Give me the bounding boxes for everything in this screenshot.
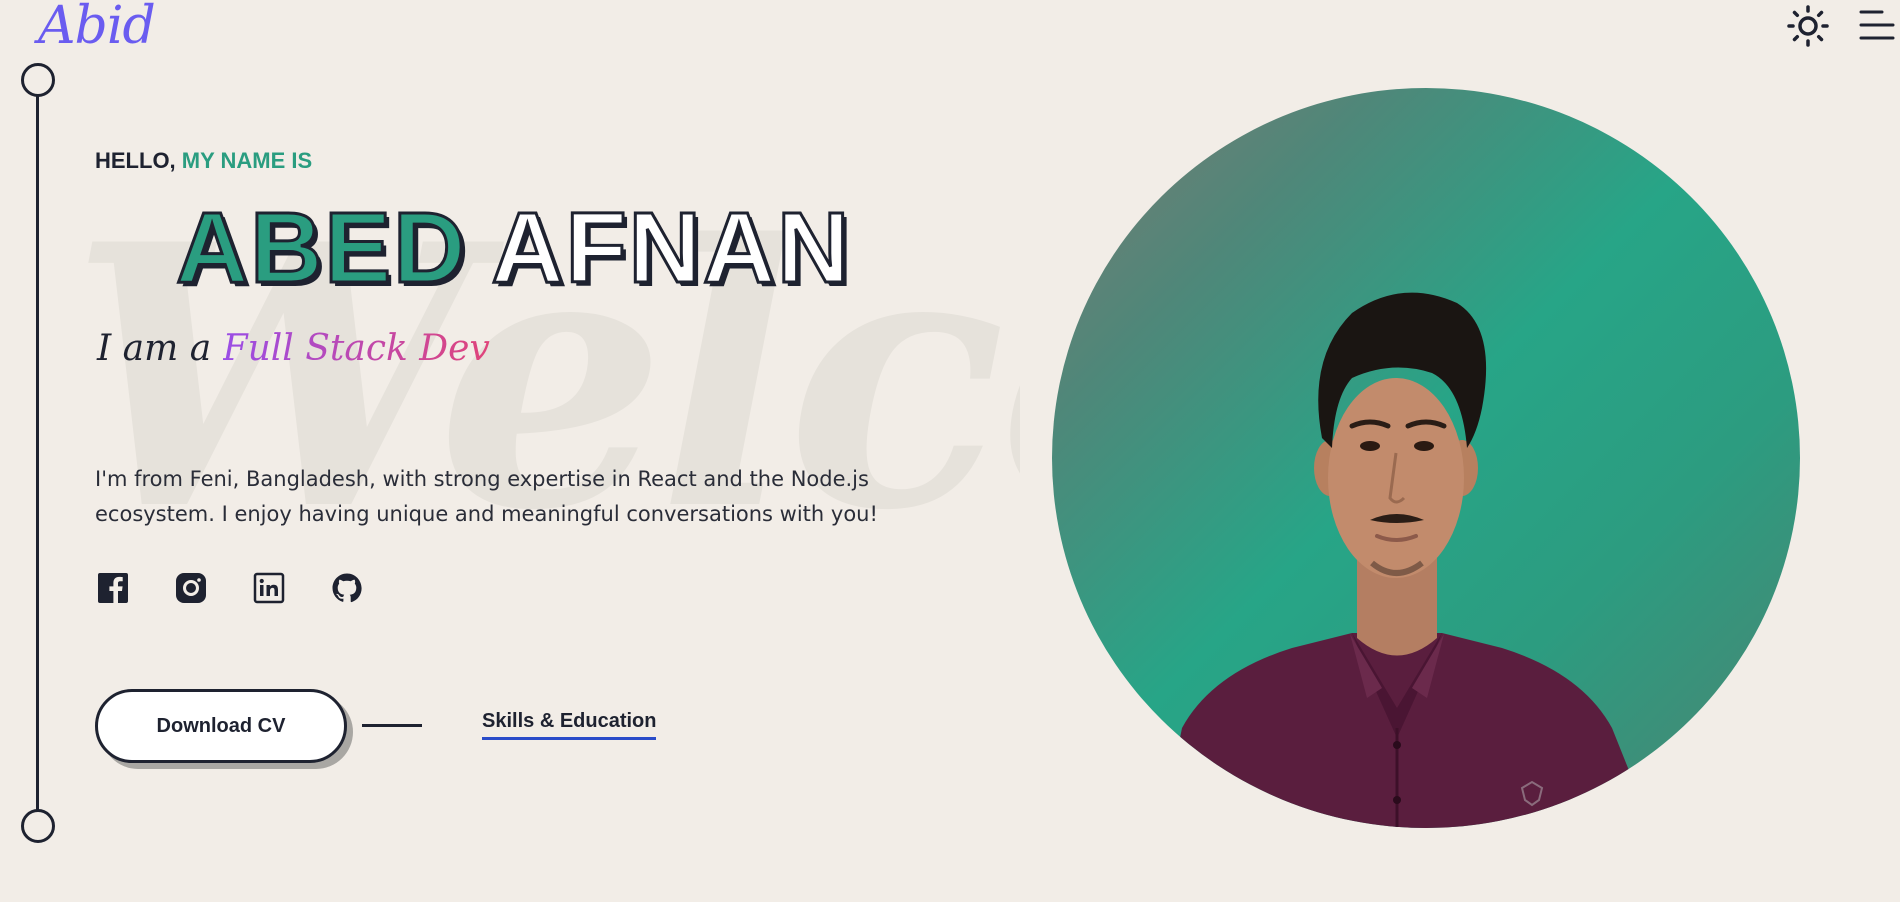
hero-name: ABED AFNAN	[174, 197, 851, 300]
download-cv-button[interactable]: Download CV	[95, 689, 347, 763]
role-highlight: Full Stack Dev	[222, 328, 490, 369]
timeline-dot-bottom	[21, 809, 55, 843]
person-illustration	[1162, 292, 1652, 828]
instagram-link[interactable]	[175, 572, 207, 604]
profile-photo	[1052, 88, 1800, 828]
greeting-accent: MY NAME IS	[181, 148, 313, 173]
greeting-prefix: HELLO,	[95, 148, 182, 173]
bio-text: I'm from Feni, Bangladesh, with strong e…	[95, 467, 878, 526]
github-icon	[332, 573, 362, 603]
last-name: AFNAN	[490, 192, 852, 304]
role-prefix: I am a	[97, 328, 223, 369]
skills-education-link[interactable]: Skills & Education	[482, 710, 657, 740]
button-connector-line	[362, 724, 422, 727]
role-line: I am a Full Stack Dev	[97, 328, 490, 369]
social-links	[97, 572, 363, 604]
facebook-link[interactable]	[97, 572, 129, 604]
facebook-icon	[98, 573, 128, 603]
instagram-icon	[176, 573, 206, 603]
linkedin-link[interactable]	[253, 572, 285, 604]
menu-button[interactable]	[1858, 6, 1896, 44]
theme-toggle-button[interactable]	[1786, 4, 1830, 48]
site-logo[interactable]: Abid	[38, 0, 156, 56]
linkedin-icon	[253, 572, 285, 604]
github-link[interactable]	[331, 572, 363, 604]
timeline-dot-top	[21, 63, 55, 97]
timeline-line	[36, 96, 39, 810]
sun-icon	[1787, 5, 1829, 47]
greeting: HELLO, MY NAME IS	[95, 148, 312, 174]
first-name: ABED	[174, 192, 468, 304]
hamburger-menu-icon	[1859, 10, 1895, 40]
